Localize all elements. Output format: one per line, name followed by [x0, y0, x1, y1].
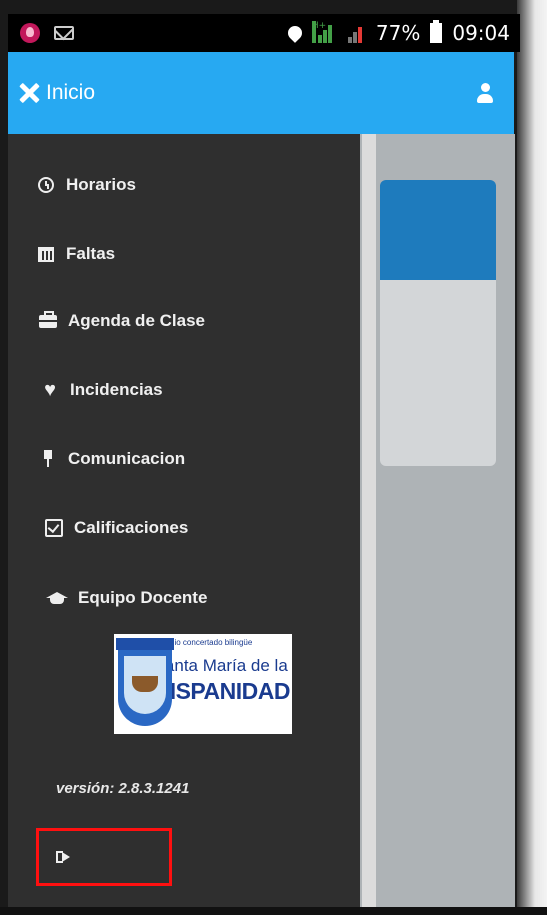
check-square-icon: [45, 519, 63, 537]
menu-item-label: Agenda de Clase: [68, 311, 205, 330]
device-frame-bottom: [0, 907, 547, 915]
menu-item-horarios[interactable]: Horarios: [36, 165, 136, 205]
menu-item-comunicacion[interactable]: Comunicacion: [38, 439, 185, 479]
menu-item-incidencias[interactable]: ♥ Incidencias: [40, 370, 163, 410]
menu-item-label: Horarios: [66, 175, 136, 194]
calendar-icon: [38, 246, 54, 262]
battery-icon: [430, 20, 443, 43]
close-icon[interactable]: [18, 82, 40, 104]
menu-item-label: Equipo Docente: [78, 588, 208, 607]
gmail-icon: [54, 26, 74, 40]
navigation-drawer: Horarios Faltas Agenda de Clase ♥ Incide…: [8, 134, 360, 915]
app-header: Inicio: [8, 52, 514, 134]
briefcase-icon: [39, 310, 57, 328]
page-title[interactable]: Inicio: [46, 81, 95, 105]
menu-item-label: Faltas: [66, 244, 116, 263]
user-icon[interactable]: [476, 83, 494, 103]
menu-item-equipo-docente[interactable]: Equipo Docente: [46, 578, 207, 618]
menu-item-label: Incidencias: [70, 380, 163, 399]
logo-subtitle: Colegio concertado bilingüe: [153, 638, 253, 647]
logo-name-main: HISPANIDAD: [153, 678, 291, 704]
school-crest: [114, 634, 174, 734]
status-bar: H+ 77% 09:04: [8, 14, 520, 52]
clock-time: 09:04: [452, 21, 510, 45]
menu-item-faltas[interactable]: Faltas: [36, 234, 115, 274]
location-icon: [285, 23, 305, 43]
menu-item-agenda-de-clase[interactable]: Agenda de Clase: [38, 301, 205, 341]
version-label: versión: 2.8.3.1241: [56, 780, 190, 797]
background-card-header: [380, 180, 496, 280]
background-card-body: [380, 280, 496, 466]
logout-icon[interactable]: [56, 851, 72, 863]
pin-icon: [43, 450, 53, 468]
drawer-edge: [362, 134, 376, 915]
clock-icon: [38, 177, 54, 193]
school-logo: Colegio concertado bilingüe Santa María …: [114, 634, 292, 734]
heart-icon: ♥: [44, 379, 56, 401]
network-type-label: H+: [311, 21, 326, 43]
battery-percentage: 77%: [375, 21, 421, 45]
menu-item-label: Comunicacion: [68, 449, 186, 468]
device-frame: [517, 0, 547, 915]
graduation-cap-icon: [46, 592, 68, 604]
menu-item-calificaciones[interactable]: Calificaciones: [44, 508, 188, 548]
mobile-signal-icon: H+: [311, 21, 334, 43]
menu-item-label: Calificaciones: [74, 518, 189, 537]
app-notification-icon: [20, 23, 40, 43]
logo-name-line: Santa María de la: [153, 656, 288, 675]
secondary-signal-icon: [344, 23, 366, 43]
